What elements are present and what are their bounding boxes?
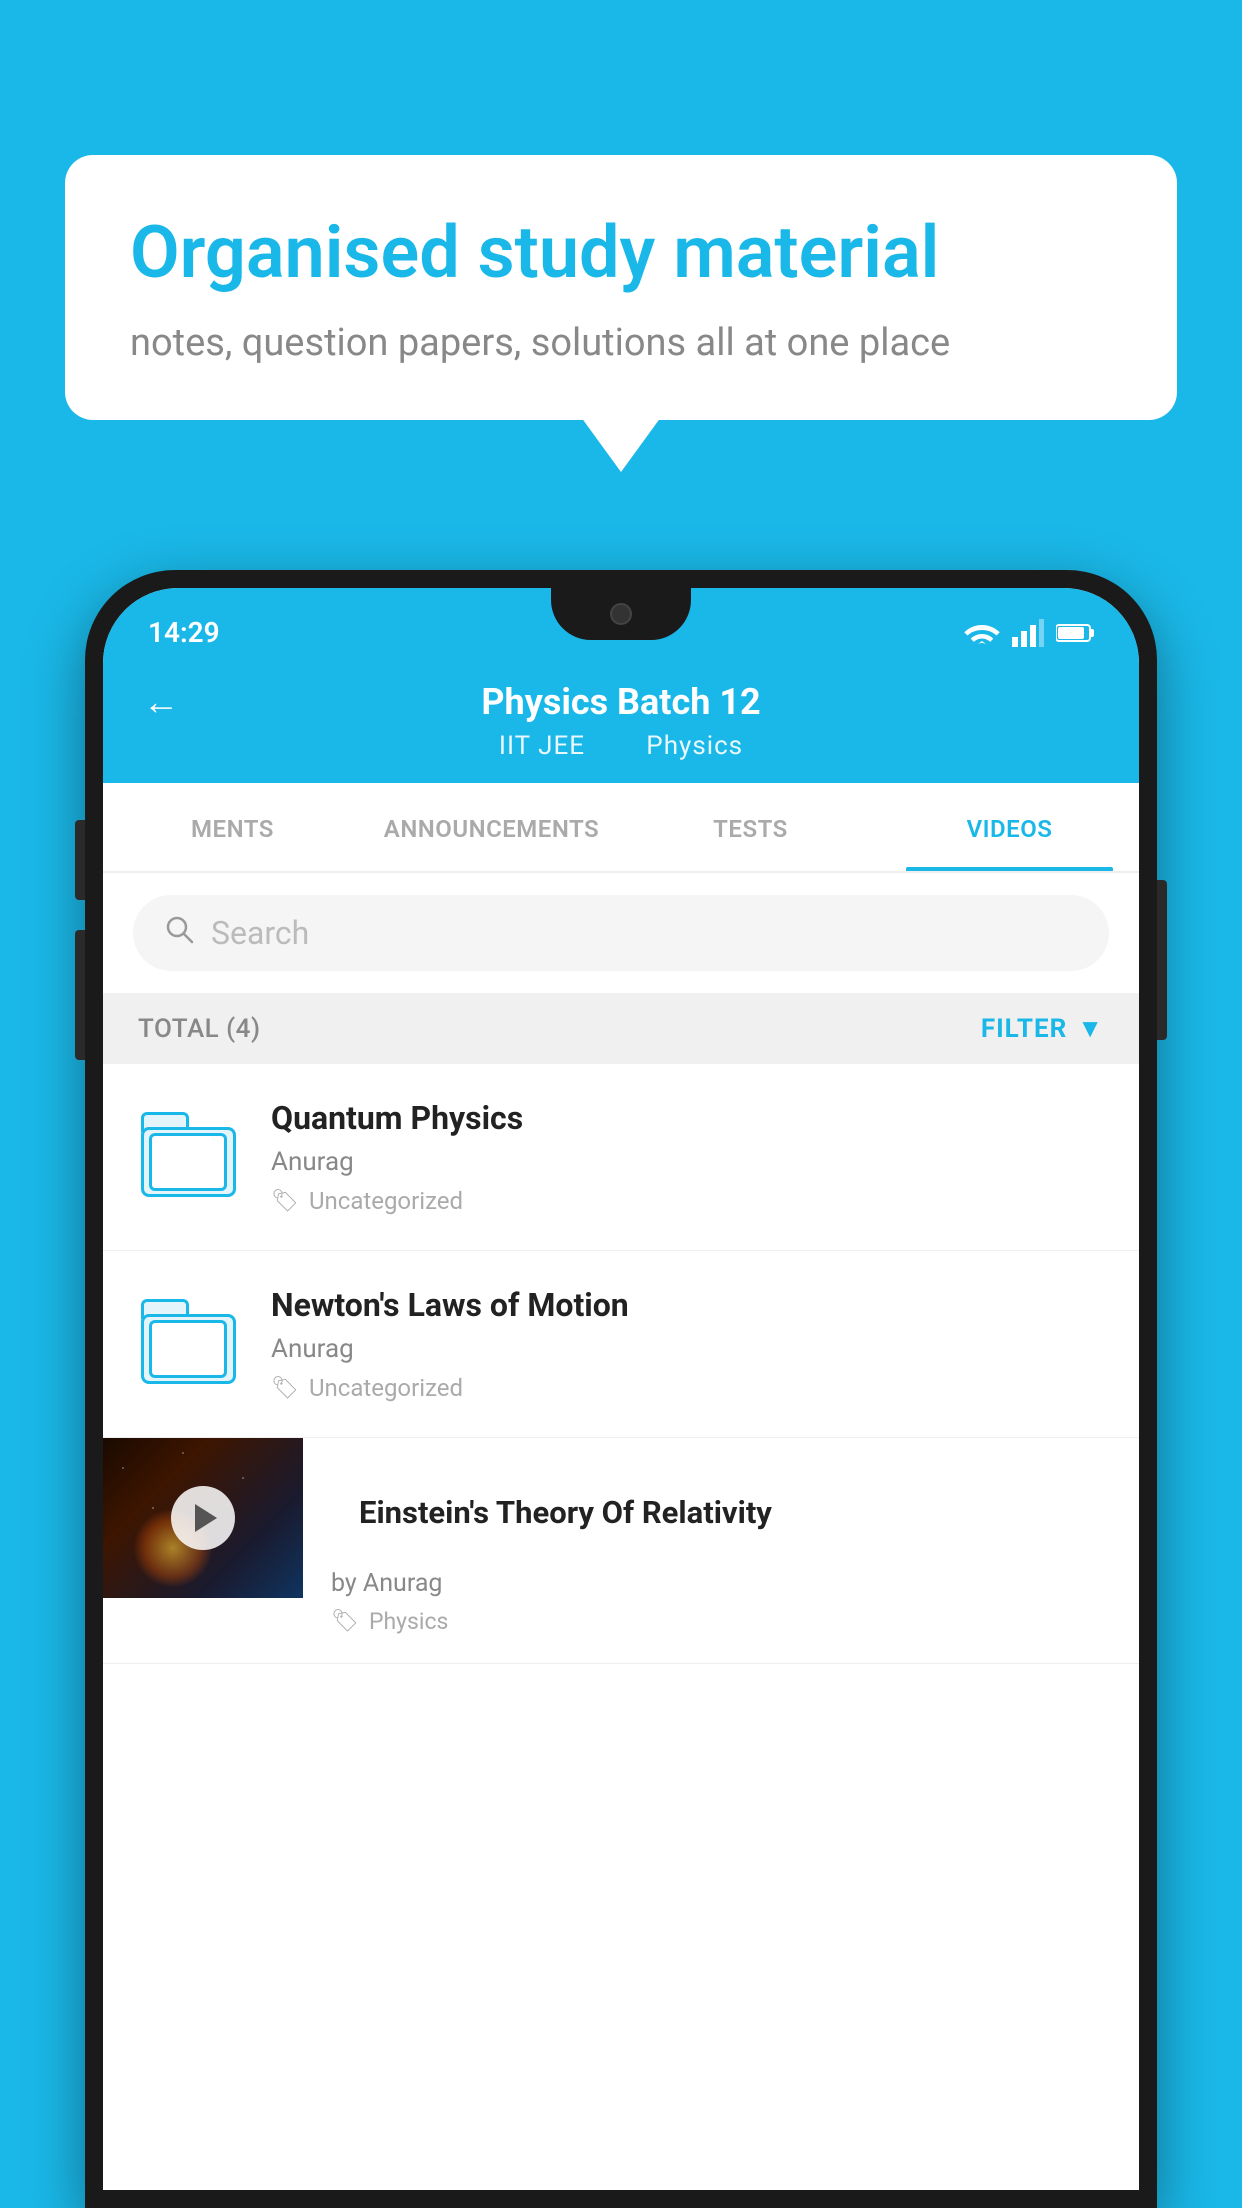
app-header: ← Physics Batch 12 IIT JEE Physics bbox=[103, 659, 1139, 783]
filter-bar: TOTAL (4) FILTER ▼ bbox=[103, 993, 1139, 1064]
wifi-icon bbox=[964, 619, 1000, 647]
speech-bubble: Organised study material notes, question… bbox=[65, 155, 1177, 420]
header-subtitle: IIT JEE Physics bbox=[487, 731, 755, 761]
tag-icon-3: 🏷 bbox=[331, 1609, 359, 1634]
subtitle-physics: Physics bbox=[646, 731, 743, 761]
video-list: Quantum Physics Anurag 🏷 Uncategorized bbox=[103, 1064, 1139, 2190]
speech-bubble-section: Organised study material notes, question… bbox=[65, 155, 1177, 420]
camera-lens bbox=[610, 603, 632, 625]
tab-tests[interactable]: TESTS bbox=[621, 783, 880, 871]
tabs-bar: MENTS ANNOUNCEMENTS TESTS VIDEOS bbox=[103, 783, 1139, 873]
folder-icon-1 bbox=[141, 1112, 236, 1197]
phone-btn-power bbox=[1157, 880, 1167, 1040]
subtitle-iit: IIT JEE bbox=[499, 731, 585, 761]
list-item[interactable]: Quantum Physics Anurag 🏷 Uncategorized bbox=[103, 1064, 1139, 1251]
list-item[interactable]: Einstein's Theory Of Relativity by Anura… bbox=[103, 1438, 1139, 1664]
folder-thumbnail-2 bbox=[133, 1286, 243, 1396]
filter-button[interactable]: FILTER ▼ bbox=[981, 1013, 1104, 1044]
folder-icon-2 bbox=[141, 1299, 236, 1384]
folder-front bbox=[149, 1320, 227, 1378]
video-thumbnail-3 bbox=[103, 1438, 303, 1598]
video-tag-2: 🏷 Uncategorized bbox=[271, 1374, 1109, 1402]
folder-thumbnail-1 bbox=[133, 1099, 243, 1209]
tag-icon-1: 🏷 bbox=[271, 1189, 299, 1214]
play-button[interactable] bbox=[171, 1486, 235, 1550]
play-triangle-icon bbox=[195, 1504, 217, 1532]
search-container: Search bbox=[103, 873, 1139, 993]
signal-icon bbox=[1012, 619, 1044, 647]
phone-screen: 14:29 bbox=[103, 588, 1139, 2190]
phone-mockup: 14:29 bbox=[85, 570, 1157, 2208]
tab-announcements[interactable]: ANNOUNCEMENTS bbox=[362, 783, 621, 871]
video-info-3: Einstein's Theory Of Relativity by Anura… bbox=[303, 1438, 1139, 1663]
video-tag-3: 🏷 Physics bbox=[331, 1608, 1111, 1635]
search-placeholder: Search bbox=[211, 914, 309, 952]
hero-title: Organised study material bbox=[130, 210, 1112, 296]
total-label: TOTAL (4) bbox=[138, 1014, 261, 1044]
video-tag-1: 🏷 Uncategorized bbox=[271, 1187, 1109, 1215]
search-icon bbox=[163, 913, 195, 953]
folder-front bbox=[149, 1133, 227, 1191]
tab-ments[interactable]: MENTS bbox=[103, 783, 362, 871]
back-button[interactable]: ← bbox=[143, 681, 179, 723]
phone-notch bbox=[551, 588, 691, 640]
video-title-2: Newton's Laws of Motion bbox=[271, 1286, 1109, 1324]
battery-icon bbox=[1056, 621, 1094, 645]
status-time: 14:29 bbox=[148, 616, 220, 649]
tab-videos[interactable]: VIDEOS bbox=[880, 783, 1139, 871]
search-bar[interactable]: Search bbox=[133, 895, 1109, 971]
header-title: Physics Batch 12 bbox=[481, 681, 760, 723]
video-info-2: Newton's Laws of Motion Anurag 🏷 Uncateg… bbox=[271, 1286, 1109, 1402]
status-icons bbox=[964, 619, 1094, 647]
hero-subtitle: notes, question papers, solutions all at… bbox=[130, 321, 1112, 365]
tag-icon-2: 🏷 bbox=[271, 1376, 299, 1401]
list-item[interactable]: Newton's Laws of Motion Anurag 🏷 Uncateg… bbox=[103, 1251, 1139, 1438]
video-info-1: Quantum Physics Anurag 🏷 Uncategorized bbox=[271, 1099, 1109, 1215]
video-title-3: Einstein's Theory Of Relativity bbox=[331, 1466, 1111, 1559]
header-row: ← Physics Batch 12 bbox=[143, 681, 1099, 723]
phone-btn-vol-up bbox=[75, 820, 85, 900]
video-author-2: Anurag bbox=[271, 1334, 1109, 1364]
phone-btn-vol-down bbox=[75, 930, 85, 1060]
video-title-1: Quantum Physics bbox=[271, 1099, 1109, 1137]
video-author-3: by Anurag bbox=[331, 1569, 1111, 1598]
filter-icon: ▼ bbox=[1077, 1013, 1104, 1044]
video-author-1: Anurag bbox=[271, 1147, 1109, 1177]
